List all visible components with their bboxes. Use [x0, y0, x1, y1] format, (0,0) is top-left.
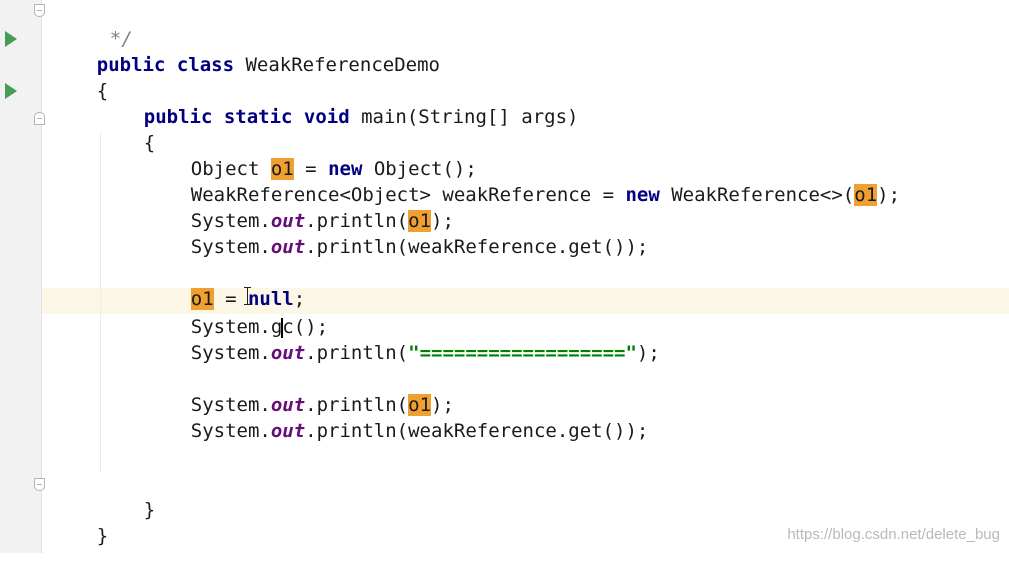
string-literal: "==================" — [408, 342, 637, 364]
code-line: } — [51, 497, 108, 547]
keyword: public static void — [143, 106, 350, 128]
code-text: System. — [190, 236, 271, 258]
fold-icon[interactable] — [34, 112, 45, 125]
code-text: .println(weakReference.get()); — [305, 420, 649, 442]
code-line: System.out.println(o1); — [145, 182, 454, 232]
code-line: System.out.println(o1); — [145, 366, 454, 416]
code-text: ); — [636, 342, 660, 364]
code-line: System.out.println(weakReference.get()); — [145, 208, 649, 258]
code-text: .println( — [305, 342, 409, 364]
gutter-separator — [41, 0, 42, 553]
code-line: { — [51, 52, 108, 102]
run-main-icon[interactable] — [5, 83, 17, 99]
keyword: new — [625, 184, 660, 206]
static-field: out — [270, 236, 306, 258]
class-name: WeakReferenceDemo — [234, 54, 440, 76]
code-text: .println(weakReference.get()); — [305, 236, 649, 258]
code-line: System.out.println(weakReference.get()); — [145, 392, 649, 442]
code-line: } — [98, 471, 155, 521]
code-line: o1 = null; — [145, 260, 305, 310]
mouse-ibeam-cursor-icon — [242, 287, 253, 305]
watermark: https://blog.csdn.net/delete_bug — [787, 526, 1000, 543]
variable-usage-highlight[interactable]: o1 — [854, 184, 878, 206]
brace: } — [96, 525, 109, 547]
fold-icon[interactable] — [34, 4, 45, 17]
code-line: public class WeakReferenceDemo — [51, 26, 440, 76]
indent-guide — [100, 132, 101, 472]
code-text: System. — [190, 420, 271, 442]
code-line-current: System.gc(); — [145, 288, 328, 338]
keyword: public class — [96, 54, 235, 76]
code-line: public static void main(String[] args) — [98, 78, 579, 128]
brace: } — [143, 499, 156, 521]
static-field: out — [270, 342, 306, 364]
code-text: WeakReference<>( — [659, 184, 855, 206]
code-line: */ — [64, 0, 133, 50]
code-text: System. — [190, 342, 271, 364]
code-line: Object o1 = new Object(); — [145, 130, 477, 180]
code-line: WeakReference<Object> weakReference = ne… — [145, 156, 900, 206]
method-signature: main(String[] args) — [349, 106, 579, 128]
code-text: ); — [877, 184, 901, 206]
code-line: System.out.println("==================")… — [145, 314, 660, 364]
run-class-icon[interactable] — [5, 31, 17, 47]
static-field: out — [270, 420, 306, 442]
code-line: { — [98, 104, 155, 154]
fold-icon[interactable] — [34, 478, 45, 491]
